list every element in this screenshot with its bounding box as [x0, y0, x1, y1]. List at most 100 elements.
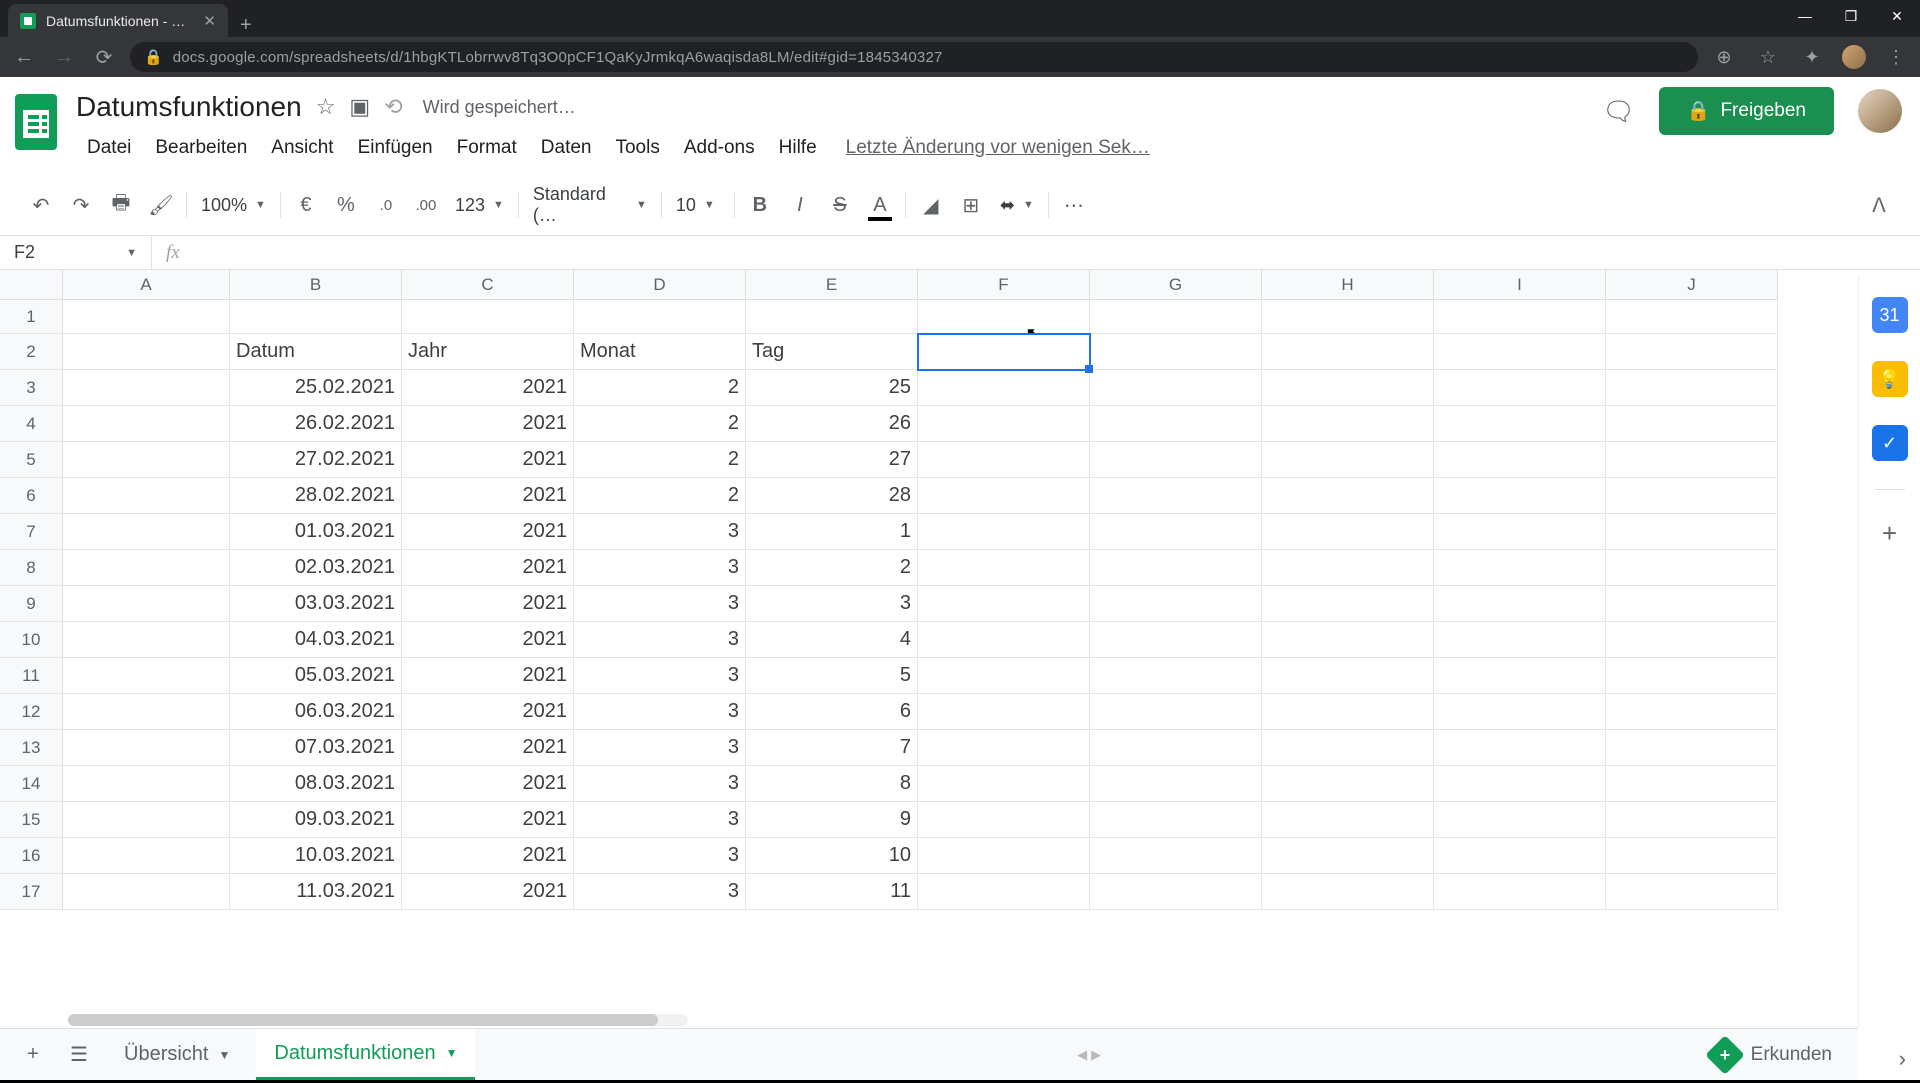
- cell-H6[interactable]: [1262, 478, 1434, 514]
- cell-G12[interactable]: [1090, 694, 1262, 730]
- minimize-button[interactable]: —: [1782, 0, 1828, 32]
- cell-A8[interactable]: [63, 550, 230, 586]
- cell-G5[interactable]: [1090, 442, 1262, 478]
- cell-D6[interactable]: 2: [574, 478, 746, 514]
- column-header-J[interactable]: J: [1606, 270, 1778, 300]
- cell-D1[interactable]: [574, 300, 746, 334]
- paint-format-button[interactable]: 🖌: [142, 188, 180, 222]
- decrease-decimal-button[interactable]: .0: [367, 188, 405, 222]
- cell-E5[interactable]: 27: [746, 442, 918, 478]
- cell-I17[interactable]: [1434, 874, 1606, 910]
- row-header-2[interactable]: 2: [0, 334, 63, 370]
- cell-H12[interactable]: [1262, 694, 1434, 730]
- menu-data[interactable]: Daten: [530, 131, 603, 165]
- cell-I9[interactable]: [1434, 586, 1606, 622]
- cell-H4[interactable]: [1262, 406, 1434, 442]
- merge-cells-button[interactable]: ⬌▼: [992, 195, 1042, 216]
- cell-B16[interactable]: 10.03.2021: [230, 838, 402, 874]
- cell-J6[interactable]: [1606, 478, 1778, 514]
- row-header-3[interactable]: 3: [0, 370, 63, 406]
- sheet-nav-arrows[interactable]: ◀▶: [1077, 1047, 1109, 1063]
- calendar-icon[interactable]: 31: [1872, 297, 1908, 333]
- menu-file[interactable]: Datei: [76, 131, 142, 165]
- cell-J11[interactable]: [1606, 658, 1778, 694]
- cell-F7[interactable]: [918, 514, 1090, 550]
- cell-J1[interactable]: [1606, 300, 1778, 334]
- cell-E17[interactable]: 11: [746, 874, 918, 910]
- cell-B5[interactable]: 27.02.2021: [230, 442, 402, 478]
- cell-A9[interactable]: [63, 586, 230, 622]
- add-addon-button[interactable]: +: [1882, 518, 1897, 549]
- cell-H16[interactable]: [1262, 838, 1434, 874]
- cell-F8[interactable]: [918, 550, 1090, 586]
- cell-E10[interactable]: 4: [746, 622, 918, 658]
- cell-G11[interactable]: [1090, 658, 1262, 694]
- cell-J17[interactable]: [1606, 874, 1778, 910]
- horizontal-scrollbar[interactable]: [68, 1014, 688, 1026]
- cell-J15[interactable]: [1606, 802, 1778, 838]
- cell-F2[interactable]: [918, 334, 1090, 370]
- print-button[interactable]: 🖶: [102, 188, 140, 222]
- cell-B7[interactable]: 01.03.2021: [230, 514, 402, 550]
- cell-E8[interactable]: 2: [746, 550, 918, 586]
- cell-G7[interactable]: [1090, 514, 1262, 550]
- cell-C15[interactable]: 2021: [402, 802, 574, 838]
- cell-B8[interactable]: 02.03.2021: [230, 550, 402, 586]
- account-avatar[interactable]: [1858, 89, 1902, 133]
- cell-I6[interactable]: [1434, 478, 1606, 514]
- cell-I1[interactable]: [1434, 300, 1606, 334]
- cell-J13[interactable]: [1606, 730, 1778, 766]
- cell-J12[interactable]: [1606, 694, 1778, 730]
- cell-D4[interactable]: 2: [574, 406, 746, 442]
- cell-I8[interactable]: [1434, 550, 1606, 586]
- row-header-6[interactable]: 6: [0, 478, 63, 514]
- cell-C16[interactable]: 2021: [402, 838, 574, 874]
- close-tab-icon[interactable]: ✕: [203, 12, 216, 30]
- share-button[interactable]: 🔒 Freigeben: [1659, 87, 1834, 135]
- cell-D11[interactable]: 3: [574, 658, 746, 694]
- cell-D3[interactable]: 2: [574, 370, 746, 406]
- row-header-1[interactable]: 1: [0, 300, 63, 334]
- cell-F13[interactable]: [918, 730, 1090, 766]
- cell-E4[interactable]: 26: [746, 406, 918, 442]
- cell-H11[interactable]: [1262, 658, 1434, 694]
- sheets-logo-icon[interactable]: [10, 87, 62, 157]
- cell-G15[interactable]: [1090, 802, 1262, 838]
- cell-H13[interactable]: [1262, 730, 1434, 766]
- cell-H10[interactable]: [1262, 622, 1434, 658]
- column-header-D[interactable]: D: [574, 270, 746, 300]
- cell-H14[interactable]: [1262, 766, 1434, 802]
- cell-B4[interactable]: 26.02.2021: [230, 406, 402, 442]
- cell-F6[interactable]: [918, 478, 1090, 514]
- zoom-icon[interactable]: ⊕: [1710, 47, 1738, 68]
- row-header-11[interactable]: 11: [0, 658, 63, 694]
- cell-H9[interactable]: [1262, 586, 1434, 622]
- cell-H1[interactable]: [1262, 300, 1434, 334]
- cell-D12[interactable]: 3: [574, 694, 746, 730]
- extensions-icon[interactable]: ✦: [1798, 47, 1826, 68]
- row-header-12[interactable]: 12: [0, 694, 63, 730]
- last-change-link[interactable]: Letzte Änderung vor wenigen Sek…: [846, 137, 1150, 159]
- italic-button[interactable]: I: [781, 188, 819, 222]
- comments-icon[interactable]: 🗨: [1603, 95, 1635, 127]
- row-header-14[interactable]: 14: [0, 766, 63, 802]
- sheet-tab-datumsfunktionen[interactable]: Datumsfunktionen ▼: [256, 1029, 475, 1080]
- cell-D9[interactable]: 3: [574, 586, 746, 622]
- row-header-16[interactable]: 16: [0, 838, 63, 874]
- cell-J7[interactable]: [1606, 514, 1778, 550]
- cell-B9[interactable]: 03.03.2021: [230, 586, 402, 622]
- row-header-7[interactable]: 7: [0, 514, 63, 550]
- reload-button[interactable]: ⟳: [90, 45, 118, 70]
- more-toolbar-button[interactable]: ⋯: [1055, 188, 1093, 222]
- cell-B1[interactable]: [230, 300, 402, 334]
- cell-J3[interactable]: [1606, 370, 1778, 406]
- cell-A1[interactable]: [63, 300, 230, 334]
- strikethrough-button[interactable]: S: [821, 188, 859, 222]
- column-header-I[interactable]: I: [1434, 270, 1606, 300]
- cell-C7[interactable]: 2021: [402, 514, 574, 550]
- row-header-10[interactable]: 10: [0, 622, 63, 658]
- cell-A5[interactable]: [63, 442, 230, 478]
- collapse-toolbar-button[interactable]: ᐱ: [1860, 188, 1898, 222]
- cell-D7[interactable]: 3: [574, 514, 746, 550]
- profile-avatar[interactable]: [1842, 45, 1866, 69]
